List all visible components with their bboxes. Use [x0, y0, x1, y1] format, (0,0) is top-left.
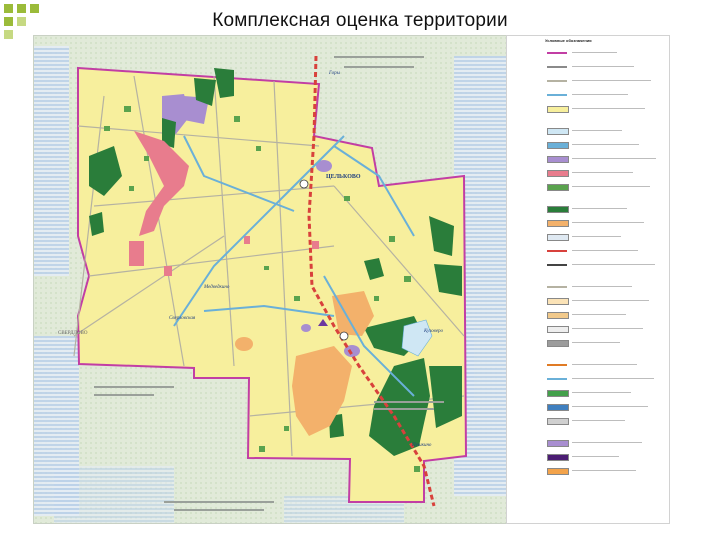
legend-item: [507, 170, 669, 177]
legend-item: [507, 142, 669, 149]
legend-label-stripe: [572, 364, 637, 365]
legend-item: [507, 390, 669, 397]
legend-label-stripe: [572, 108, 645, 109]
legend-label-stripe: [572, 442, 642, 443]
legend-label-stripe: [572, 94, 628, 95]
legend-item: [507, 106, 669, 113]
legend-item: [507, 326, 669, 333]
map-label-road-southeast: Кузоверо: [423, 329, 444, 334]
legend-swatch: [547, 206, 569, 213]
legend-item: [507, 220, 669, 227]
legend-swatch: [547, 404, 569, 411]
legend-swatch: [547, 378, 567, 380]
legend-label-stripe: [572, 222, 644, 223]
legend-label-stripe: [572, 456, 619, 457]
slide-title: Комплексная оценка территории: [212, 10, 508, 31]
legend-swatch: [547, 94, 567, 96]
legend-item: [507, 440, 669, 447]
legend-label-stripe: [572, 80, 651, 81]
legend-swatch: [547, 66, 567, 68]
map-canvas: ЦЕЛЬКОВО СВЕРДЛОВО Сверловская Кузоверо …: [34, 36, 507, 523]
legend-item: [507, 78, 669, 84]
legend-label-stripe: [572, 300, 649, 301]
legend-label-stripe: [572, 208, 627, 209]
map-label-road-west: Сверловская: [169, 316, 196, 321]
legend-swatch: [547, 418, 569, 425]
legend-swatch: [547, 80, 567, 82]
legend-swatch: [547, 234, 569, 241]
legend-label-stripe: [572, 328, 643, 329]
legend-swatch: [547, 326, 569, 333]
territory-map[interactable]: ЦЕЛЬКОВО СВЕРДЛОВО Сверловская Кузоверо …: [33, 35, 508, 524]
legend-swatch: [547, 440, 569, 447]
legend-swatch: [547, 184, 569, 191]
legend-item: [507, 376, 669, 382]
legend-swatch: [547, 264, 567, 266]
legend-item: [507, 340, 669, 347]
legend-item: [507, 92, 669, 98]
legend-label-stripe: [572, 172, 633, 173]
legend-item: [507, 234, 669, 241]
legend-item: [507, 454, 669, 461]
legend-swatch: [547, 468, 569, 475]
legend-swatch: [547, 106, 569, 113]
legend-label-stripe: [572, 52, 617, 53]
legend-item: [507, 284, 669, 290]
legend-item: [507, 206, 669, 213]
legend-item: [507, 262, 669, 268]
legend-swatch: [547, 286, 567, 288]
legend-label-stripe: [572, 392, 631, 393]
legend-label-stripe: [572, 420, 625, 421]
legend-item: [507, 64, 669, 70]
legend-swatch: [547, 250, 567, 252]
legend-swatch: [547, 220, 569, 227]
legend-label-stripe: [572, 314, 626, 315]
legend-item: [507, 468, 669, 475]
legend-label-stripe: [572, 130, 622, 131]
legend-item: [507, 404, 669, 411]
legend-swatch: [547, 390, 569, 397]
legend-swatch: [547, 128, 569, 135]
legend-label-stripe: [572, 406, 648, 407]
map-label-road-southwest: Медведкино: [203, 285, 230, 290]
legend-swatch: [547, 52, 567, 54]
legend-label-stripe: [572, 186, 650, 187]
map-label-road-south: Пушкино: [411, 443, 432, 448]
legend-label-stripe: [572, 342, 620, 343]
legend-item: [507, 156, 669, 163]
legend-label-stripe: [572, 250, 638, 251]
legend-swatch: [547, 312, 569, 319]
map-label-town-west: СВЕРДЛОВО: [58, 331, 88, 336]
legend-item: [507, 312, 669, 319]
legend-label-stripe: [572, 144, 639, 145]
legend-swatch: [547, 142, 569, 149]
legend-label-stripe: [572, 286, 632, 287]
legend-swatch: [547, 170, 569, 177]
legend-item: [507, 248, 669, 254]
legend-item: [507, 184, 669, 191]
legend-label-stripe: [572, 378, 654, 379]
legend-swatch: [547, 340, 569, 347]
map-label-road-north: Горы: [328, 71, 341, 76]
legend-label-stripe: [572, 66, 634, 67]
legend-swatch: [547, 298, 569, 305]
legend-label-stripe: [572, 264, 655, 265]
legend-swatch: [547, 156, 569, 163]
legend-item: [507, 50, 669, 56]
legend-label-stripe: [572, 470, 636, 471]
legend-item: [507, 418, 669, 425]
legend-swatch: [547, 364, 567, 366]
map-legend: Условные обозначения: [506, 35, 670, 524]
legend-label-stripe: [572, 236, 621, 237]
legend-item: [507, 362, 669, 368]
legend-swatch: [547, 454, 569, 461]
legend-label-stripe: [572, 158, 656, 159]
legend-item: [507, 128, 669, 135]
legend-title: Условные обозначения: [545, 38, 592, 43]
legend-item: [507, 298, 669, 305]
map-label-town-north: ЦЕЛЬКОВО: [326, 174, 361, 180]
